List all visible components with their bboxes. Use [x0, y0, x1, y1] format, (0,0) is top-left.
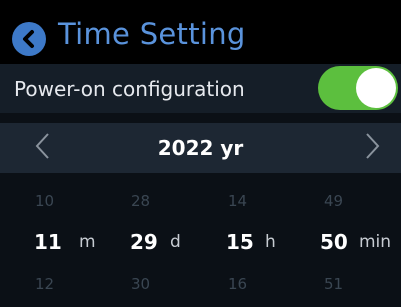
- hour-value[interactable]: 15: [226, 230, 254, 254]
- minute-prev-value[interactable]: 49: [324, 192, 343, 210]
- day-value[interactable]: 29: [130, 230, 158, 254]
- hour-prev-value[interactable]: 14: [228, 192, 247, 210]
- power-on-toggle[interactable]: [318, 66, 398, 110]
- minute-next-value[interactable]: 51: [324, 275, 343, 293]
- hour-next-value[interactable]: 16: [228, 275, 247, 293]
- minute-value[interactable]: 50: [320, 230, 348, 254]
- month-value[interactable]: 11: [34, 230, 62, 254]
- day-next-value[interactable]: 30: [131, 275, 150, 293]
- time-setting-screen: Time Setting Power-on configuration 2022…: [0, 0, 401, 307]
- chevron-right-icon: [363, 132, 381, 164]
- month-next-value[interactable]: 12: [35, 275, 54, 293]
- month-unit: m: [79, 232, 96, 252]
- chevron-left-icon: [19, 29, 39, 49]
- power-on-label: Power-on configuration: [14, 77, 245, 101]
- page-title: Time Setting: [58, 17, 246, 51]
- minute-unit: min: [359, 232, 392, 252]
- header: Time Setting: [0, 0, 401, 64]
- year-selector: 2022 yr: [0, 123, 401, 173]
- month-prev-value[interactable]: 10: [35, 192, 54, 210]
- year-label: 2022 yr: [157, 136, 244, 160]
- day-prev-value[interactable]: 28: [131, 192, 150, 210]
- next-year-button[interactable]: [357, 133, 387, 163]
- hour-unit: h: [265, 232, 276, 252]
- time-picker: 10 11 m 12 28 29 d 30 14 15 h 16 49 50 m…: [0, 173, 401, 307]
- back-button[interactable]: [12, 22, 46, 56]
- toggle-knob: [356, 68, 396, 108]
- day-unit: d: [170, 232, 181, 252]
